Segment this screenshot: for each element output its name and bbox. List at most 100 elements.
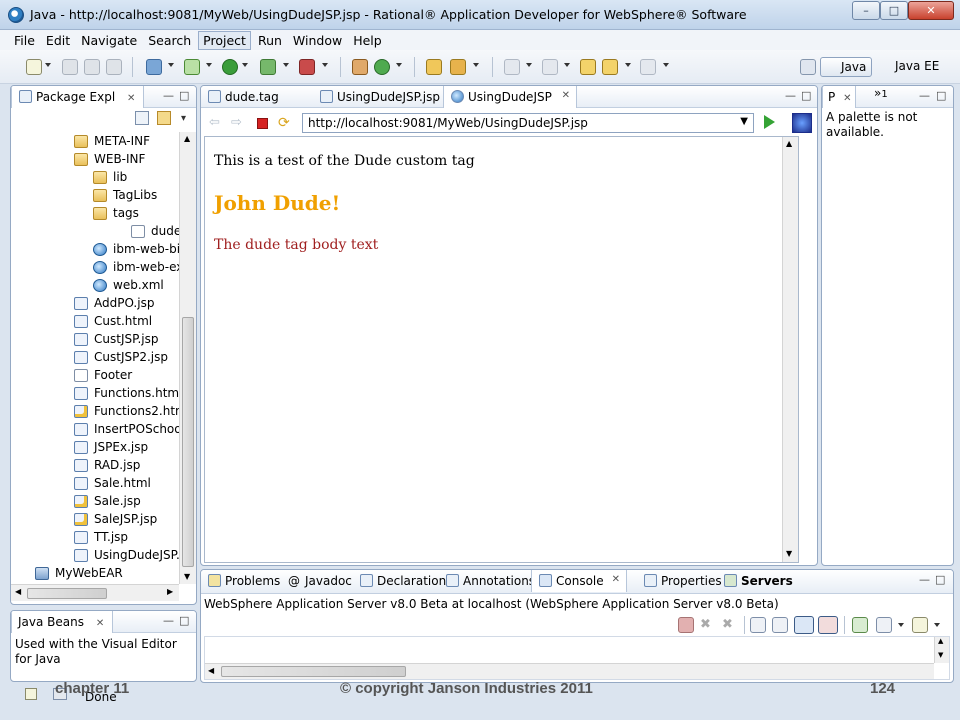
tab-usingdudejsp-jsp[interactable]: UsingDudeJSP.jsp (313, 86, 443, 108)
external-dropdown-icon[interactable] (283, 63, 289, 67)
browser-go-icon[interactable] (764, 115, 775, 129)
build-icon[interactable] (146, 59, 162, 75)
close-tab-icon[interactable]: ✕ (96, 618, 104, 629)
close-tab-icon[interactable]: ✕ (562, 90, 570, 101)
tree-horizontal-scrollbar[interactable]: ◀ ▶ (11, 584, 179, 601)
prev-annotation-icon[interactable] (542, 59, 558, 75)
browser-engine-icon[interactable] (792, 113, 812, 133)
tree-item[interactable]: ibm-web-bi (93, 240, 180, 258)
browser-forward-icon[interactable]: ⇨ (231, 115, 242, 130)
scroll-thumb[interactable] (182, 317, 194, 567)
show-stdout-icon[interactable] (794, 616, 814, 634)
tree-item[interactable]: CustJSP.jsp (74, 330, 158, 348)
tree-item[interactable]: UsingDudeJSP.j (74, 546, 181, 564)
scroll-lock-icon[interactable] (750, 617, 766, 633)
perspective-javaee[interactable]: Java EE (877, 59, 939, 73)
scroll-left-icon[interactable]: ◀ (208, 666, 214, 675)
perspective-java[interactable]: Java (820, 57, 872, 77)
display-dropdown-icon[interactable] (898, 623, 904, 627)
search-tool-icon[interactable] (450, 59, 466, 75)
maximize-view-icon[interactable]: □ (179, 614, 189, 627)
tree-item[interactable]: TagLibs (93, 186, 157, 204)
remove-all-icon[interactable]: ✖ (722, 617, 738, 633)
tab-package-explorer[interactable]: Package Expl ✕ (11, 86, 145, 108)
scroll-up-icon[interactable]: ▲ (184, 134, 190, 143)
view-menu-icon[interactable]: ▾ (181, 113, 186, 124)
run-icon[interactable] (222, 59, 238, 75)
back-dropdown-icon[interactable] (625, 63, 631, 67)
tab-servers[interactable]: Servers (717, 570, 793, 592)
scroll-right-icon[interactable]: ▶ (167, 587, 173, 596)
tree-item[interactable]: SaleJSP.jsp (74, 510, 157, 528)
next-dropdown-icon[interactable] (526, 63, 532, 67)
console-vertical-scrollbar[interactable]: ▲ ▼ (934, 637, 949, 663)
back-icon[interactable] (602, 59, 618, 75)
maximize-view-icon[interactable]: □ (935, 573, 945, 586)
debug-icon[interactable] (184, 59, 200, 75)
menu-navigate[interactable]: Navigate (77, 32, 141, 49)
scroll-down-icon[interactable]: ▼ (786, 549, 792, 558)
menu-window[interactable]: Window (289, 32, 346, 49)
tree-item[interactable]: CustJSP2.jsp (74, 348, 168, 366)
maximize-view-icon[interactable]: □ (801, 89, 811, 102)
menu-edit[interactable]: Edit (42, 32, 74, 49)
tree-item[interactable]: Footer (74, 366, 132, 384)
close-tab-icon[interactable]: ✕ (843, 93, 851, 104)
tree-item[interactable]: Functions2.htm (74, 402, 181, 420)
new-class-icon[interactable] (374, 59, 390, 75)
browser-stop-icon[interactable] (257, 118, 268, 129)
tab-usingdudejsp-browser[interactable]: UsingDudeJSP ✕ (443, 86, 577, 108)
tree-item[interactable]: Cust.html (74, 312, 152, 330)
console-horizontal-scrollbar[interactable]: ◀ (205, 663, 934, 679)
last-edit-icon[interactable] (580, 59, 596, 75)
link-editor-icon[interactable] (157, 111, 171, 125)
tab-problems[interactable]: Problems (201, 570, 283, 592)
tree-item[interactable]: dude.tag (131, 222, 181, 240)
remove-launch-icon[interactable]: ✖ (700, 617, 716, 633)
menu-help[interactable]: Help (349, 32, 386, 49)
menu-file[interactable]: File (10, 32, 39, 49)
collapse-all-icon[interactable] (135, 111, 149, 125)
tree-item[interactable]: MyWebEAR (35, 564, 123, 582)
maximize-view-icon[interactable]: □ (179, 89, 189, 102)
new-dropdown-icon[interactable] (45, 63, 51, 67)
browser-back-icon[interactable]: ⇦ (209, 115, 220, 130)
profile-dropdown-icon[interactable] (322, 63, 328, 67)
minimize-view-icon[interactable]: — (785, 89, 796, 102)
minimize-button[interactable]: – (852, 1, 880, 20)
tab-annotations[interactable]: Annotations (439, 570, 535, 592)
prev-dropdown-icon[interactable] (564, 63, 570, 67)
maximize-button[interactable]: □ (880, 1, 908, 20)
browser-vertical-scrollbar[interactable]: ▲ ▼ (782, 137, 798, 562)
open-type-icon[interactable] (426, 59, 442, 75)
close-button[interactable]: ✕ (908, 1, 954, 20)
fast-view-icon[interactable] (25, 688, 37, 700)
maximize-view-icon[interactable]: □ (936, 89, 946, 102)
menu-search[interactable]: Search (144, 32, 195, 49)
open-console-dropdown-icon[interactable] (934, 623, 940, 627)
search-dropdown-icon[interactable] (473, 63, 479, 67)
open-perspective-icon[interactable] (800, 59, 816, 75)
run-dropdown-icon[interactable] (242, 63, 248, 67)
save-icon[interactable] (62, 59, 78, 75)
profile-icon[interactable] (299, 59, 315, 75)
open-console-icon[interactable] (912, 617, 928, 633)
tree-item[interactable]: Functions.html (74, 384, 181, 402)
clear-console-icon[interactable] (772, 617, 788, 633)
url-history-dropdown-icon[interactable]: ▼ (740, 116, 748, 127)
tree-item[interactable]: META-INF (74, 132, 150, 150)
tree-item[interactable]: JSPEx.jsp (74, 438, 148, 456)
tab-properties[interactable]: Properties (637, 570, 722, 592)
tree-item[interactable]: WEB-INF (74, 150, 145, 168)
view-overflow-icon[interactable]: »1 (874, 86, 888, 100)
scroll-left-icon[interactable]: ◀ (15, 587, 21, 596)
scroll-up-icon[interactable]: ▲ (938, 637, 943, 645)
hscroll-thumb[interactable] (221, 666, 406, 677)
menu-run[interactable]: Run (254, 32, 286, 49)
tab-dude-tag[interactable]: dude.tag (201, 86, 311, 108)
build-dropdown-icon[interactable] (168, 63, 174, 67)
tree-item[interactable]: lib (93, 168, 127, 186)
url-input[interactable]: http://localhost:9081/MyWeb/UsingDudeJSP… (302, 113, 754, 133)
minimize-view-icon[interactable]: — (919, 89, 930, 102)
class-dropdown-icon[interactable] (396, 63, 402, 67)
